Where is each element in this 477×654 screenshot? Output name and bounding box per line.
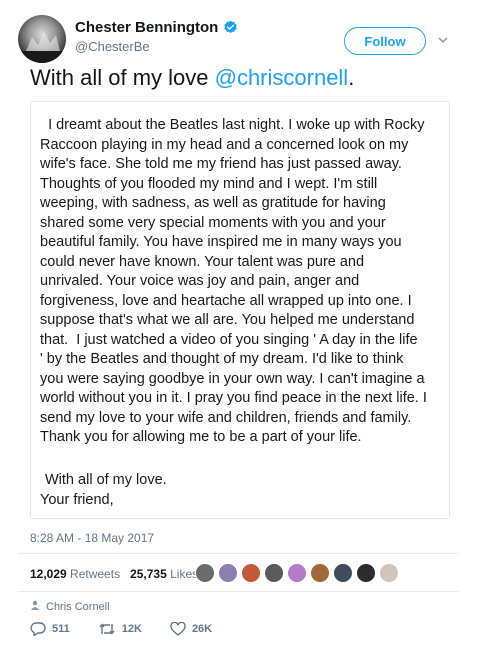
liker-avatar[interactable] (287, 563, 307, 583)
like-count: 26K (191, 623, 213, 635)
reply-count: 511 (52, 623, 70, 635)
liker-avatar[interactable] (264, 563, 284, 583)
follow-button[interactable]: Follow (344, 27, 426, 55)
heart-icon (170, 622, 186, 636)
user-handle[interactable]: @ChesterBe (75, 39, 150, 54)
tweet-stats: 12,029 Retweets 25,735 Likes (30, 567, 198, 581)
retweet-icon (98, 622, 116, 636)
tweet-actions: 511 12K 26K (30, 622, 212, 636)
likes-label: Likes (170, 567, 199, 581)
liker-avatar[interactable] (356, 563, 376, 583)
verified-badge-icon (223, 20, 238, 35)
liker-avatar[interactable] (379, 563, 399, 583)
liker-avatar[interactable] (241, 563, 261, 583)
person-icon (30, 600, 40, 613)
reply-to[interactable]: Chris Cornell (30, 600, 110, 613)
reply-button[interactable]: 511 (30, 622, 70, 636)
tweet-text-suffix: . (348, 65, 355, 90)
display-name[interactable]: Chester Bennington (75, 19, 218, 36)
reply-icon (30, 622, 46, 636)
retweets-count: 12,029 (30, 567, 67, 581)
chevron-down-icon[interactable] (437, 33, 449, 45)
letter-closing: With all of my love. (45, 472, 167, 488)
retweets-label: Retweets (70, 567, 121, 581)
retweets-stat[interactable]: 12,029 Retweets (30, 567, 120, 581)
liker-avatar[interactable] (195, 563, 215, 583)
tweet-timestamp[interactable]: 8:28 AM - 18 May 2017 (30, 531, 154, 545)
divider (18, 553, 459, 554)
divider (18, 591, 459, 592)
letter-signoff: Your friend, (40, 492, 114, 508)
reply-to-name[interactable]: Chris Cornell (46, 601, 110, 613)
retweet-button[interactable]: 12K (98, 622, 142, 636)
letter-image[interactable]: I dreamt about the Beatles last night. I… (30, 101, 450, 519)
likes-count: 25,735 (130, 567, 167, 581)
tweet-text: With all of my love @chriscornell. (30, 64, 354, 92)
like-button[interactable]: 26K (170, 622, 212, 636)
tweet-text-prefix: With all of my love (30, 65, 215, 90)
likes-stat[interactable]: 25,735 Likes (130, 567, 198, 581)
retweet-count: 12K (121, 623, 142, 635)
liker-avatar[interactable] (218, 563, 238, 583)
liker-avatars (195, 563, 399, 583)
liker-avatar[interactable] (333, 563, 353, 583)
mention-link[interactable]: @chriscornell (215, 65, 349, 90)
letter-body: I dreamt about the Beatles last night. I… (40, 117, 427, 445)
avatar[interactable] (18, 15, 66, 63)
liker-avatar[interactable] (310, 563, 330, 583)
